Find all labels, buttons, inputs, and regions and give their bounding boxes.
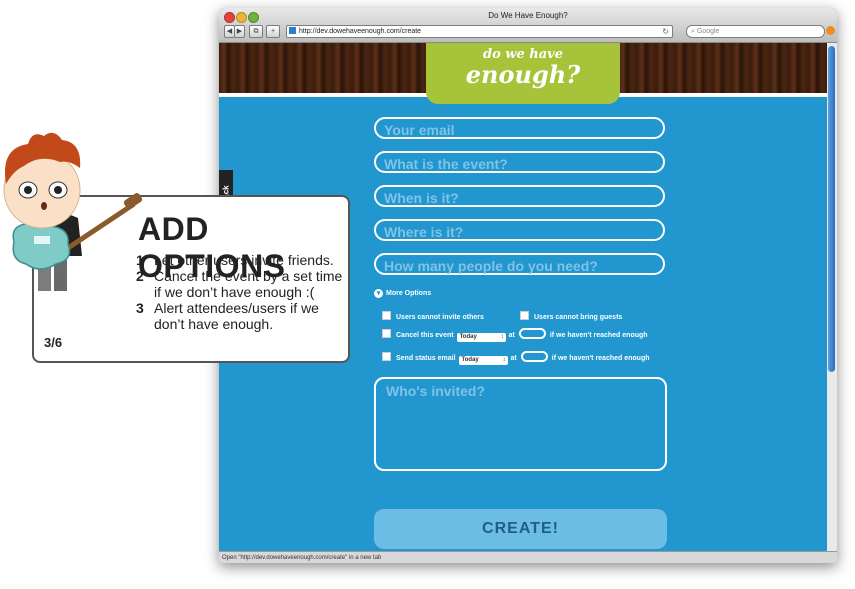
guitarist-mascot-icon — [3, 132, 143, 291]
search-placeholder: Google — [696, 28, 720, 35]
option-no-guests[interactable]: Users cannot bring guests — [520, 311, 622, 321]
scrollbar[interactable] — [827, 43, 837, 551]
address-bar[interactable]: http://dev.dowehaveenough.com/create ↻ — [286, 25, 673, 38]
status-email-checkbox[interactable] — [382, 352, 391, 361]
more-options-label: More Options — [386, 290, 432, 297]
search-icon: ⌕ — [691, 28, 695, 35]
callout-item-text: Let other users invite friends. — [154, 252, 334, 268]
cancel-at-label: at — [508, 332, 515, 339]
title-bar: Do We Have Enough? ◀ ▶ ⧉ + http://dev.do… — [219, 8, 837, 43]
bookmarks-button[interactable]: ⧉ — [249, 25, 263, 38]
no-guests-label: Users cannot bring guests — [534, 314, 623, 321]
no-invite-label: Users cannot invite others — [396, 314, 484, 321]
option-no-invite[interactable]: Users cannot invite others — [382, 311, 484, 321]
forward-button[interactable]: ▶ — [234, 25, 245, 38]
when-field[interactable]: When is it? — [374, 185, 665, 207]
window-title: Do We Have Enough? — [488, 11, 568, 20]
cancel-event-checkbox[interactable] — [382, 329, 391, 338]
cancel-date-select[interactable]: Today — [456, 333, 506, 342]
cancel-time-field[interactable] — [518, 328, 546, 339]
site-favicon-icon — [289, 27, 296, 34]
scrollbar-thumb[interactable] — [828, 46, 835, 372]
cancel-event-label: Cancel this event — [396, 332, 454, 339]
create-button[interactable]: CREATE! — [374, 509, 667, 549]
callout-item: 3 Alert attendees/users if we don’t have … — [136, 300, 348, 332]
people-count-field[interactable]: How many people do you need? — [374, 253, 665, 275]
status-condition-label: if we haven't reached enough — [551, 355, 650, 362]
cancel-condition-label: if we haven't reached enough — [549, 332, 648, 339]
option-status-email: Send status emailTodayat if we haven't re… — [382, 351, 650, 365]
callout-item-text: Cancel the event by a set time if we don… — [154, 268, 343, 300]
chevron-down-icon: ▾ — [374, 289, 383, 298]
option-cancel-event: Cancel this eventTodayat if we haven't re… — [382, 328, 648, 342]
status-bar: Open "http://dev.dowehaveenough.com/crea… — [219, 551, 837, 563]
logo-line-2: enough? — [465, 60, 581, 89]
step-counter: 3/6 — [44, 335, 63, 350]
no-invite-checkbox[interactable] — [382, 311, 391, 320]
site-logo[interactable]: do we have enough? — [426, 43, 620, 104]
invited-textarea[interactable]: Who's invited? — [374, 377, 667, 471]
url-text: http://dev.dowehaveenough.com/create — [299, 28, 422, 35]
search-field[interactable]: ⌕ Google — [686, 25, 825, 38]
status-at-label: at — [510, 355, 517, 362]
where-field[interactable]: Where is it? — [374, 219, 665, 241]
status-date-select[interactable]: Today — [458, 356, 508, 365]
callout-item-text: Alert attendees/users if we don’t have e… — [154, 300, 319, 332]
more-options-toggle[interactable]: ▾ More Options — [374, 289, 431, 298]
reload-icon[interactable]: ↻ — [662, 26, 669, 37]
email-field[interactable]: Your email — [374, 117, 665, 139]
rss-icon[interactable] — [826, 26, 835, 35]
status-email-label: Send status email — [396, 355, 456, 362]
add-bookmark-button[interactable]: + — [266, 25, 280, 38]
no-guests-checkbox[interactable] — [520, 311, 529, 320]
event-field[interactable]: What is the event? — [374, 151, 665, 173]
status-time-field[interactable] — [520, 351, 548, 362]
